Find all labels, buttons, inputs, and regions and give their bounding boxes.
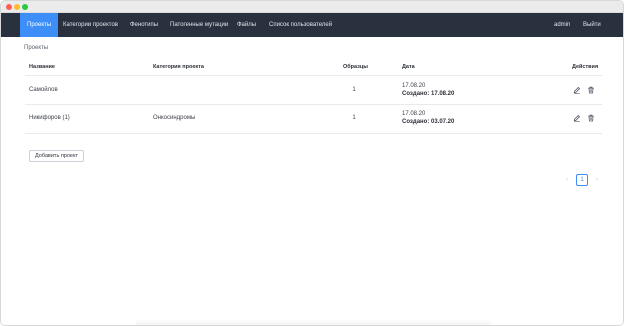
project-date: 17.08.20 [402,111,426,117]
pagination-page-current[interactable]: 1 [576,174,588,186]
nav-item-phenotypes[interactable]: Фенотипы [130,13,158,37]
logout-button[interactable]: Выйти [583,13,601,37]
table-row-divider [25,104,602,105]
column-header-category[interactable]: Категория проекта [153,64,204,70]
project-created-date: Создано: 03.07.20 [402,119,455,125]
nav-item-files[interactable]: Файлы [237,13,256,37]
nav-item-project-categories[interactable]: Категории проектов [63,13,118,37]
pagination-prev-button[interactable]: ‹ [561,174,573,186]
project-name[interactable]: Никифоров (1) [29,115,70,121]
edit-icon[interactable] [573,114,581,122]
table-header-divider [25,75,602,76]
nav-item-projects[interactable]: Проекты [20,13,59,37]
nav-user-admin[interactable]: admin [554,13,570,37]
add-project-button[interactable]: Добавить проект [29,150,84,162]
nav-item-pathogenic-mutations[interactable]: Патогенные мутации [170,13,228,37]
maximize-window-button[interactable] [22,4,28,10]
bottom-scroll-shadow [136,319,491,325]
project-samples-count: 1 [352,87,356,93]
minimize-window-button[interactable] [14,4,20,10]
app-window: Проекты Категории проектов Фенотипы Пато… [0,0,624,326]
column-header-date[interactable]: Дата [402,64,415,70]
column-header-name[interactable]: Название [29,64,55,70]
edit-icon[interactable] [573,86,581,94]
column-header-actions: Действия [572,64,599,70]
pagination-next-button[interactable]: › [591,174,603,186]
top-navbar: Проекты Категории проектов Фенотипы Пато… [1,13,623,37]
project-category: Онкосиндромы [153,115,196,121]
trash-icon[interactable] [587,86,595,94]
window-titlebar [1,1,623,13]
column-header-samples[interactable]: Образцы [343,64,368,70]
project-samples-count: 1 [352,115,356,121]
project-name[interactable]: Самойлов [29,87,58,93]
breadcrumb: Проекты [24,45,49,51]
main-content: Проекты Название Категория проекта Образ… [1,37,623,325]
project-date: 17.08.20 [402,83,426,89]
table-bottom-divider [25,133,602,134]
nav-item-user-list[interactable]: Список пользователей [269,13,332,37]
project-created-date: Создано: 17.08.20 [402,91,455,97]
close-window-button[interactable] [6,4,12,10]
trash-icon[interactable] [587,114,595,122]
